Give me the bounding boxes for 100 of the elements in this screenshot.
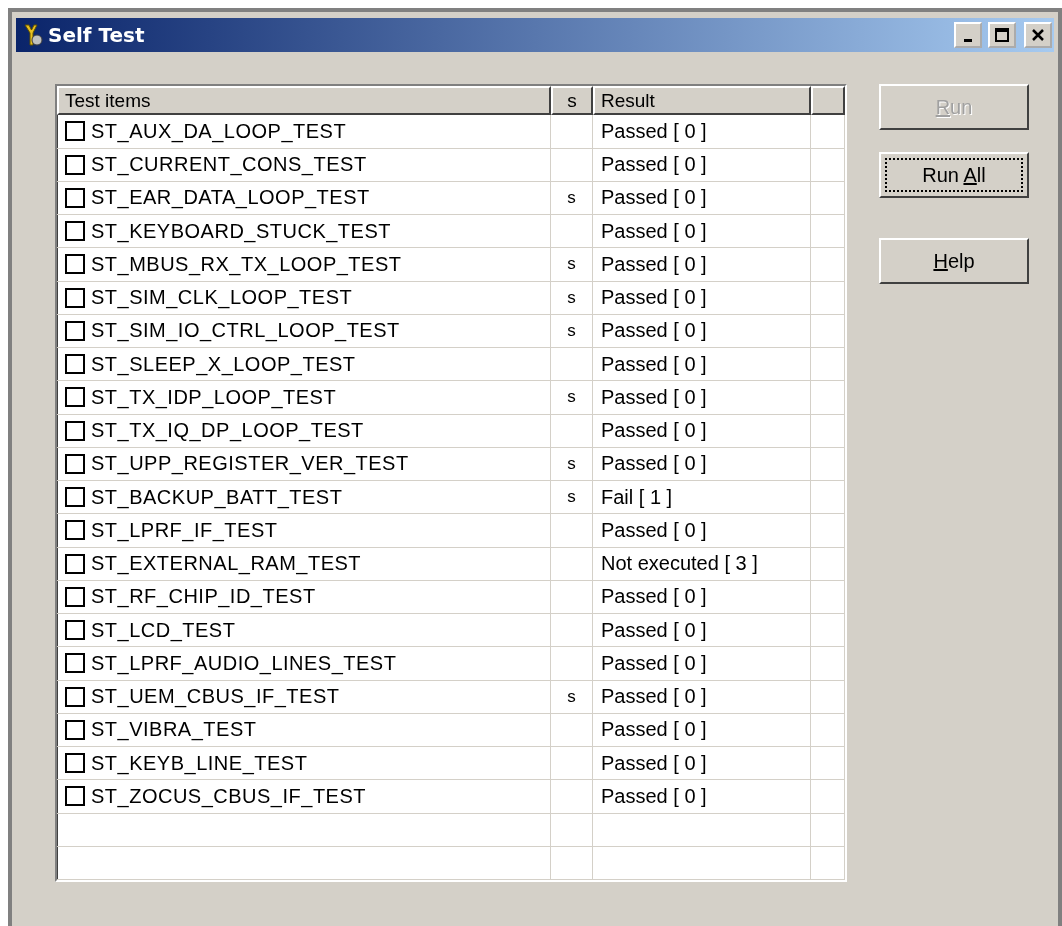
table-cell — [811, 414, 845, 448]
test-name: ST_SIM_IO_CTRL_LOOP_TEST — [91, 319, 400, 343]
checkbox[interactable] — [65, 586, 85, 607]
table-cell: Passed [ 0 ] — [593, 348, 811, 382]
table-cell: s — [551, 381, 593, 415]
checkbox[interactable] — [65, 620, 85, 641]
checkbox[interactable] — [65, 686, 85, 707]
table-cell: Passed [ 0 ] — [593, 414, 811, 448]
table-cell: s — [551, 314, 593, 349]
minimize-button[interactable] — [954, 22, 982, 48]
test-name: ST_MBUS_RX_TX_LOOP_TEST — [91, 252, 402, 276]
table-cell: Passed [ 0 ] — [593, 148, 811, 182]
maximize-icon — [995, 28, 1009, 42]
table-cell — [811, 248, 845, 282]
checkbox[interactable] — [65, 553, 85, 574]
checkbox[interactable] — [65, 719, 85, 740]
test-name: ST_LPRF_IF_TEST — [91, 518, 278, 542]
test-name: ST_SIM_CLK_LOOP_TEST — [91, 286, 353, 310]
checkbox[interactable] — [65, 221, 85, 242]
table-cell: Passed [ 0 ] — [593, 281, 811, 315]
test-name: ST_LCD_TEST — [91, 618, 236, 642]
table-cell: Passed [ 0 ] — [593, 181, 811, 216]
column-header[interactable] — [811, 86, 845, 116]
table-cell — [811, 547, 845, 581]
checkbox[interactable] — [65, 354, 85, 375]
checkbox[interactable] — [65, 520, 85, 541]
table-cell — [811, 348, 845, 382]
table-cell: Passed [ 0 ] — [593, 314, 811, 349]
table-cell: Passed [ 0 ] — [593, 713, 811, 748]
test-name: ST_TX_IQ_DP_LOOP_TEST — [91, 419, 364, 443]
test-name: ST_VIBRA_TEST — [91, 718, 257, 742]
checkbox[interactable] — [65, 487, 85, 508]
table-cell — [551, 813, 593, 847]
checkbox[interactable] — [65, 154, 85, 175]
table-cell — [811, 614, 845, 648]
checkbox[interactable] — [65, 254, 85, 275]
checkbox[interactable] — [65, 420, 85, 441]
table-cell: Passed [ 0 ] — [593, 115, 811, 149]
checkbox[interactable] — [65, 387, 85, 408]
checkbox[interactable] — [65, 753, 85, 774]
maximize-button[interactable] — [988, 22, 1016, 48]
table-cell — [811, 846, 845, 881]
checkbox[interactable] — [65, 187, 85, 208]
test-name: ST_RF_CHIP_ID_TEST — [91, 585, 316, 609]
checkbox[interactable] — [65, 287, 85, 308]
window-title: Self Test — [48, 23, 146, 47]
test-name: ST_TX_IDP_LOOP_TEST — [91, 385, 337, 409]
table-cell: s — [551, 680, 593, 714]
checkbox[interactable] — [65, 653, 85, 674]
checkbox[interactable] — [65, 786, 85, 807]
table-cell — [811, 215, 845, 249]
table-cell — [811, 148, 845, 182]
checkbox[interactable] — [65, 453, 85, 474]
test-name: ST_EXTERNAL_RAM_TEST — [91, 552, 362, 576]
checkbox[interactable] — [65, 121, 85, 142]
table-cell — [811, 680, 845, 714]
table-cell — [811, 481, 845, 515]
test-name: ST_ZOCUS_CBUS_IF_TEST — [91, 784, 366, 808]
table-cell — [811, 181, 845, 216]
run-all-button[interactable]: Run All — [879, 152, 1029, 198]
table-cell: Passed [ 0 ] — [593, 381, 811, 415]
test-name: ST_KEYBOARD_STUCK_TEST — [91, 219, 391, 243]
table-cell — [811, 381, 845, 415]
checkbox[interactable] — [65, 320, 85, 341]
table-cell: Passed [ 0 ] — [593, 580, 811, 615]
minimize-icon — [964, 38, 972, 42]
table-cell: Passed [ 0 ] — [593, 248, 811, 282]
table-cell — [811, 647, 845, 681]
table-cell: Passed [ 0 ] — [593, 614, 811, 648]
table-cell — [811, 813, 845, 847]
test-name: ST_BACKUP_BATT_TEST — [91, 485, 343, 509]
table-cell: Passed [ 0 ] — [593, 514, 811, 548]
column-header[interactable]: Result — [593, 86, 811, 116]
test-name: ST_UEM_CBUS_IF_TEST — [91, 685, 340, 709]
table-cell — [811, 580, 845, 615]
table-cell — [811, 447, 845, 482]
column-header[interactable]: s — [551, 86, 593, 116]
table-cell — [811, 514, 845, 548]
table-cell — [811, 314, 845, 349]
table-cell: Passed [ 0 ] — [593, 647, 811, 681]
close-button[interactable] — [1024, 22, 1052, 48]
table-cell: Fail [ 1 ] — [593, 481, 811, 515]
test-name: ST_SLEEP_X_LOOP_TEST — [91, 352, 356, 376]
table-cell: s — [551, 281, 593, 315]
test-name: ST_LPRF_AUDIO_LINES_TEST — [91, 651, 397, 675]
help-button[interactable]: Help — [879, 238, 1029, 284]
column-header[interactable]: Test items — [57, 86, 551, 116]
test-name: ST_AUX_DA_LOOP_TEST — [91, 119, 347, 143]
table-cell — [811, 713, 845, 748]
test-name: ST_CURRENT_CONS_TEST — [91, 153, 367, 177]
table-cell: Passed [ 0 ] — [593, 447, 811, 482]
table-cell: Not executed [ 3 ] — [593, 547, 811, 581]
table-cell: Passed [ 0 ] — [593, 780, 811, 814]
table-cell: Passed [ 0 ] — [593, 747, 811, 781]
table-cell — [551, 846, 593, 881]
table-cell: s — [551, 248, 593, 282]
close-icon — [1031, 28, 1045, 42]
test-name: ST_UPP_REGISTER_VER_TEST — [91, 452, 409, 476]
table-cell — [811, 281, 845, 315]
table-cell: s — [551, 481, 593, 515]
